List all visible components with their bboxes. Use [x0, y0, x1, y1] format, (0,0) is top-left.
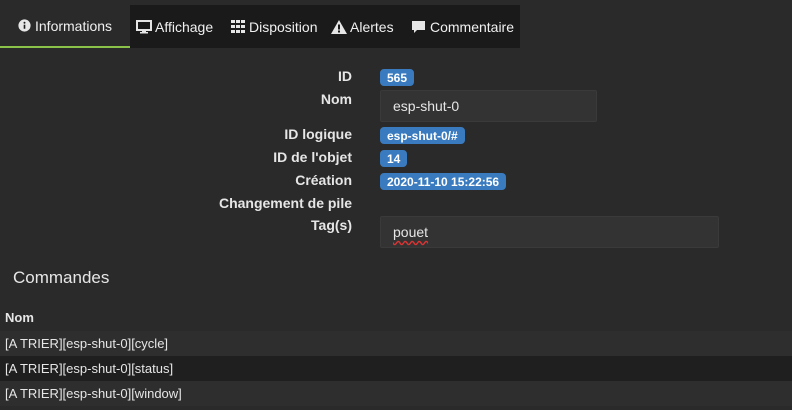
logical-id-label: ID logique: [284, 126, 352, 142]
tags-field[interactable]: pouet: [380, 216, 719, 248]
command-name: [A TRIER][esp-shut-0][cycle]: [5, 336, 169, 351]
tab-label: Informations: [35, 17, 113, 34]
tab-commentaire[interactable]: Commentaire: [405, 5, 520, 48]
id-badge: 565: [380, 69, 415, 86]
name-field[interactable]: esp-shut-0: [380, 90, 597, 122]
tab-affichage[interactable]: Affichage: [130, 5, 224, 48]
creation-label: Création: [295, 172, 352, 188]
tab-alertes[interactable]: Alertes: [325, 5, 405, 48]
battery-change-label: Changement de pile: [218, 195, 352, 211]
object-id-label: ID de l'objet: [273, 149, 352, 165]
table-row[interactable]: [A TRIER][esp-shut-0][cycle]: [0, 331, 792, 356]
command-name: [A TRIER][esp-shut-0][status]: [5, 361, 174, 376]
tab-label: Affichage: [155, 18, 214, 35]
grid-icon: [230, 19, 246, 35]
table-row[interactable]: [A TRIER][esp-shut-0][status]: [0, 356, 792, 381]
tags-value: pouet: [393, 224, 429, 240]
monitor-icon: [136, 19, 152, 35]
info-circle-icon: [16, 18, 32, 34]
logical-id-badge: esp-shut-0/#: [380, 127, 465, 144]
table-row[interactable]: [A TRIER][esp-shut-0][window]: [0, 381, 792, 406]
command-name: [A TRIER][esp-shut-0][window]: [5, 386, 182, 401]
tags-label: Tag(s): [311, 217, 352, 233]
tab-label: Commentaire: [429, 18, 514, 35]
name-label: Nom: [320, 91, 352, 107]
tab-bar: Informations Affichage Disposition Alert…: [0, 5, 520, 48]
commands-section-title: Commandes: [13, 268, 110, 287]
commands-column-header: Nom: [5, 310, 34, 325]
creation-badge: 2020-11-10 15:22:56: [380, 173, 507, 190]
comment-icon: [411, 19, 427, 35]
id-label: ID: [338, 68, 352, 84]
tab-label: Disposition: [249, 18, 318, 35]
warning-icon: [331, 19, 347, 35]
tab-informations[interactable]: Informations: [0, 5, 130, 48]
tab-disposition[interactable]: Disposition: [224, 5, 325, 48]
object-id-badge: 14: [380, 150, 408, 167]
tab-label: Alertes: [350, 18, 394, 35]
